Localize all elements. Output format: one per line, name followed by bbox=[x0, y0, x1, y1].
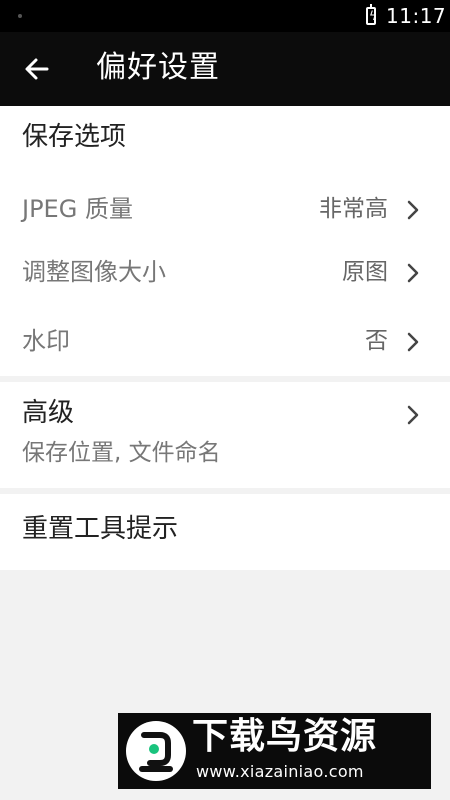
watermark-url: www.xiazainiao.com bbox=[196, 762, 364, 781]
advanced-item[interactable]: 高级 保存位置, 文件命名 bbox=[0, 382, 450, 488]
bird-logo-icon bbox=[126, 721, 186, 781]
app-bar: 偏好设置 bbox=[0, 32, 450, 106]
resize-image-value: 原图 bbox=[342, 259, 388, 285]
chevron-right-icon bbox=[407, 332, 419, 352]
chevron-right-icon bbox=[407, 263, 419, 283]
watermark-label: 水印 bbox=[22, 327, 70, 355]
chevron-right-icon bbox=[407, 200, 419, 220]
status-bar: ϟ 11:17 bbox=[0, 0, 450, 32]
watermark-value: 否 bbox=[365, 328, 388, 354]
watermark-brand: 下载鸟资源 bbox=[192, 716, 378, 757]
resize-image-label: 调整图像大小 bbox=[22, 258, 166, 286]
save-options-title: 保存选项 bbox=[22, 122, 127, 152]
reset-tooltips-item[interactable]: 重置工具提示 bbox=[0, 494, 450, 570]
status-time: 11:17 bbox=[386, 4, 447, 28]
save-options-card: 保存选项 JPEG 质量 非常高 调整图像大小 原图 水印 否 bbox=[0, 106, 450, 376]
chevron-right-icon bbox=[407, 405, 419, 425]
battery-charging-icon: ϟ bbox=[366, 4, 377, 25]
reset-tooltips-title: 重置工具提示 bbox=[22, 514, 179, 544]
advanced-subtitle: 保存位置, 文件命名 bbox=[22, 440, 221, 466]
jpeg-quality-value: 非常高 bbox=[319, 196, 388, 222]
advanced-title: 高级 bbox=[22, 398, 75, 428]
jpeg-quality-item[interactable]: JPEG 质量 非常高 bbox=[0, 176, 450, 244]
resize-image-item[interactable]: 调整图像大小 原图 bbox=[0, 239, 450, 307]
watermark-item[interactable]: 水印 否 bbox=[0, 308, 450, 376]
notification-dot-icon bbox=[18, 14, 22, 18]
arrow-left-icon bbox=[25, 58, 49, 80]
site-watermark: 下载鸟资源 www.xiazainiao.com bbox=[118, 713, 431, 789]
jpeg-quality-label: JPEG 质量 bbox=[22, 195, 133, 223]
page-title: 偏好设置 bbox=[96, 50, 220, 85]
back-button[interactable] bbox=[22, 54, 52, 84]
